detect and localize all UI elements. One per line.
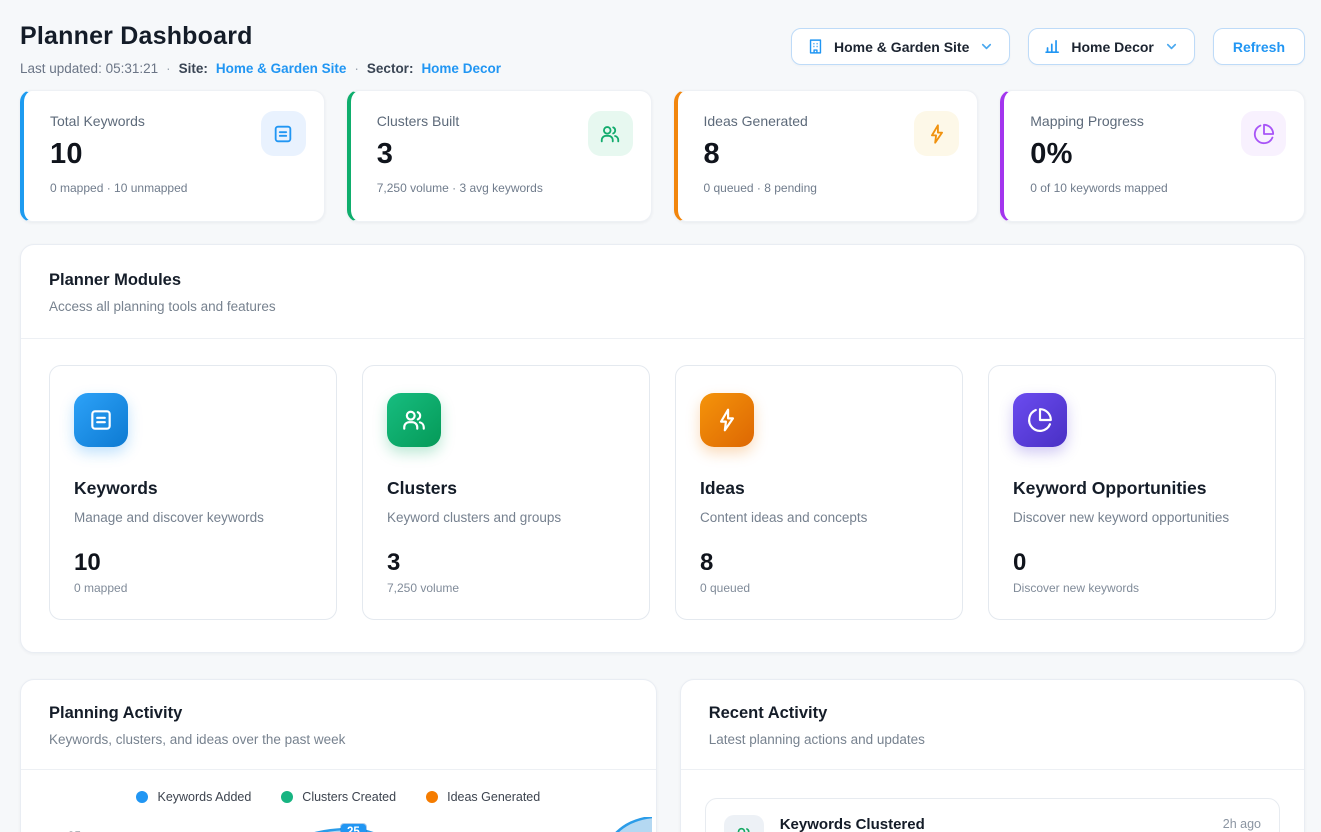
module-description: Manage and discover keywords [74,510,312,525]
stat-card-mapping-progress: Mapping Progress 0% 0 of 10 keywords map… [1000,90,1305,222]
area-chart: 25 25 24 [21,817,656,832]
legend-label: Keywords Added [157,790,251,804]
refresh-button[interactable]: Refresh [1213,28,1305,65]
meta-separator: · [354,61,359,76]
page-header: Planner Dashboard Last updated: 05:31:21… [20,22,1305,76]
stat-caption: 7,250 volume · 3 avg keywords [377,181,631,195]
users-icon [387,393,441,447]
pie-chart-icon [1013,393,1067,447]
module-caption: Discover new keywords [1013,581,1251,595]
module-value: 0 [1013,549,1251,577]
pie-chart-icon [1241,111,1286,156]
module-title: Ideas [700,478,938,499]
activity-title: Keywords Clustered [780,815,925,832]
legend-item-ideas-generated[interactable]: Ideas Generated [426,790,540,804]
module-caption: 0 mapped [74,581,312,595]
modules-grid: Keywords Manage and discover keywords 10… [21,339,1304,652]
chevron-down-icon [1164,39,1179,54]
refresh-button-label: Refresh [1233,39,1285,55]
panel-subtitle: Access all planning tools and features [49,299,1276,314]
site-selector-label: Home & Garden Site [834,39,969,55]
stat-caption: 0 of 10 keywords mapped [1030,181,1284,195]
zap-icon [700,393,754,447]
activity-chart: Keywords Added Clusters Created Ideas Ge… [21,770,656,832]
panel-subtitle: Latest planning actions and updates [709,732,1276,747]
module-value: 3 [387,549,625,577]
legend-item-clusters-created[interactable]: Clusters Created [281,790,396,804]
legend-item-keywords-added[interactable]: Keywords Added [136,790,251,804]
activity-list: Keywords Clustered 3 new clusters create… [681,770,1304,832]
chart-legend: Keywords Added Clusters Created Ideas Ge… [21,790,656,804]
last-updated-text: Last updated: 05:31:21 [20,61,158,76]
module-caption: 7,250 volume [387,581,625,595]
sector-selector-label: Home Decor [1071,39,1153,55]
header-actions: Home & Garden Site Home Decor Refresh [791,28,1305,65]
activity-timestamp: 2h ago [1223,815,1261,831]
module-card-keywords[interactable]: Keywords Manage and discover keywords 10… [49,365,337,620]
module-title: Clusters [387,478,625,499]
legend-label: Clusters Created [302,790,396,804]
planning-activity-panel: Planning Activity Keywords, clusters, an… [20,679,657,832]
panel-title: Planning Activity [49,704,628,723]
activity-item-keywords-clustered[interactable]: Keywords Clustered 3 new clusters create… [705,798,1280,832]
sector-link[interactable]: Home Decor [421,61,501,76]
planner-modules-header: Planner Modules Access all planning tool… [21,245,1304,338]
module-description: Keyword clusters and groups [387,510,625,525]
zap-icon [914,111,959,156]
site-label: Site: [179,61,208,76]
legend-dot-icon [281,791,293,803]
module-description: Discover new keyword opportunities [1013,510,1251,525]
recent-activity-panel: Recent Activity Latest planning actions … [680,679,1305,832]
bar-chart-icon [1044,38,1061,55]
planner-dashboard-page: Planner Dashboard Last updated: 05:31:21… [0,0,1321,832]
stat-card-clusters-built: Clusters Built 3 7,250 volume · 3 avg ke… [347,90,652,222]
chevron-down-icon [979,39,994,54]
meta-separator: · [166,61,171,76]
bottom-row: Planning Activity Keywords, clusters, an… [20,679,1305,832]
header-meta: Last updated: 05:31:21 · Site: Home & Ga… [20,61,501,76]
legend-dot-icon [426,791,438,803]
stat-caption: 0 mapped · 10 unmapped [50,181,304,195]
module-title: Keywords [74,478,312,499]
file-lines-icon [74,393,128,447]
panel-title: Recent Activity [709,704,1276,723]
file-lines-icon [261,111,306,156]
panel-title: Planner Modules [49,271,1276,290]
recent-activity-header: Recent Activity Latest planning actions … [681,680,1304,769]
stat-card-ideas-generated: Ideas Generated 8 0 queued · 8 pending [674,90,979,222]
module-title: Keyword Opportunities [1013,478,1251,499]
planning-activity-header: Planning Activity Keywords, clusters, an… [21,680,656,769]
stat-caption: 0 queued · 8 pending [704,181,958,195]
module-description: Content ideas and concepts [700,510,938,525]
sector-selector-dropdown[interactable]: Home Decor [1028,28,1194,65]
header-left: Planner Dashboard Last updated: 05:31:21… [20,22,501,76]
data-point-label: 25 [341,824,366,832]
activity-text: Keywords Clustered 3 new clusters create… [780,815,925,832]
module-value: 8 [700,549,938,577]
keywords-added-area-series [95,817,652,832]
module-card-ideas[interactable]: Ideas Content ideas and concepts 8 0 que… [675,365,963,620]
users-icon [588,111,633,156]
stat-card-total-keywords: Total Keywords 10 0 mapped · 10 unmapped [20,90,325,222]
module-value: 10 [74,549,312,577]
module-card-clusters[interactable]: Clusters Keyword clusters and groups 3 7… [362,365,650,620]
sector-label: Sector: [367,61,414,76]
legend-dot-icon [136,791,148,803]
legend-label: Ideas Generated [447,790,540,804]
site-selector-dropdown[interactable]: Home & Garden Site [791,28,1010,65]
panel-subtitle: Keywords, clusters, and ideas over the p… [49,732,628,747]
module-card-keyword-opportunities[interactable]: Keyword Opportunities Discover new keywo… [988,365,1276,620]
planner-modules-panel: Planner Modules Access all planning tool… [20,244,1305,653]
module-caption: 0 queued [700,581,938,595]
building-icon [807,38,824,55]
site-link[interactable]: Home & Garden Site [216,61,347,76]
stats-row: Total Keywords 10 0 mapped · 10 unmapped… [20,90,1305,222]
users-icon [724,815,764,832]
page-title: Planner Dashboard [20,22,501,51]
